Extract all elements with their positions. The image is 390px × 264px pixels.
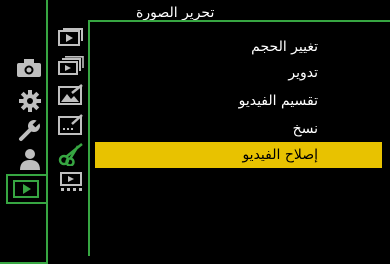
scissors-icon[interactable] (58, 142, 84, 166)
video-list-icon[interactable] (60, 172, 84, 194)
text-edit-icon[interactable] (58, 114, 84, 136)
menu-item-copy[interactable]: نسخ (95, 116, 382, 142)
playback-icon[interactable] (13, 180, 39, 198)
menu-item-repair-video[interactable]: إصلاح الفيديو (95, 142, 382, 168)
menu-item-resize[interactable]: تغيير الحجم (95, 34, 382, 60)
image-edit-icon[interactable] (58, 84, 84, 106)
playback-stack-double-icon[interactable] (58, 56, 84, 76)
menu-item-split-video[interactable]: تقسيم الفيديو (95, 88, 382, 114)
camera-icon[interactable] (16, 58, 42, 78)
divider-line (88, 20, 90, 256)
header-underline (88, 20, 390, 22)
wrench-icon[interactable] (18, 118, 42, 142)
gear-icon[interactable] (18, 89, 42, 113)
person-icon[interactable] (18, 148, 42, 170)
playback-stack-icon[interactable] (58, 27, 84, 47)
menu-item-rotate[interactable]: تدوير (95, 60, 382, 86)
